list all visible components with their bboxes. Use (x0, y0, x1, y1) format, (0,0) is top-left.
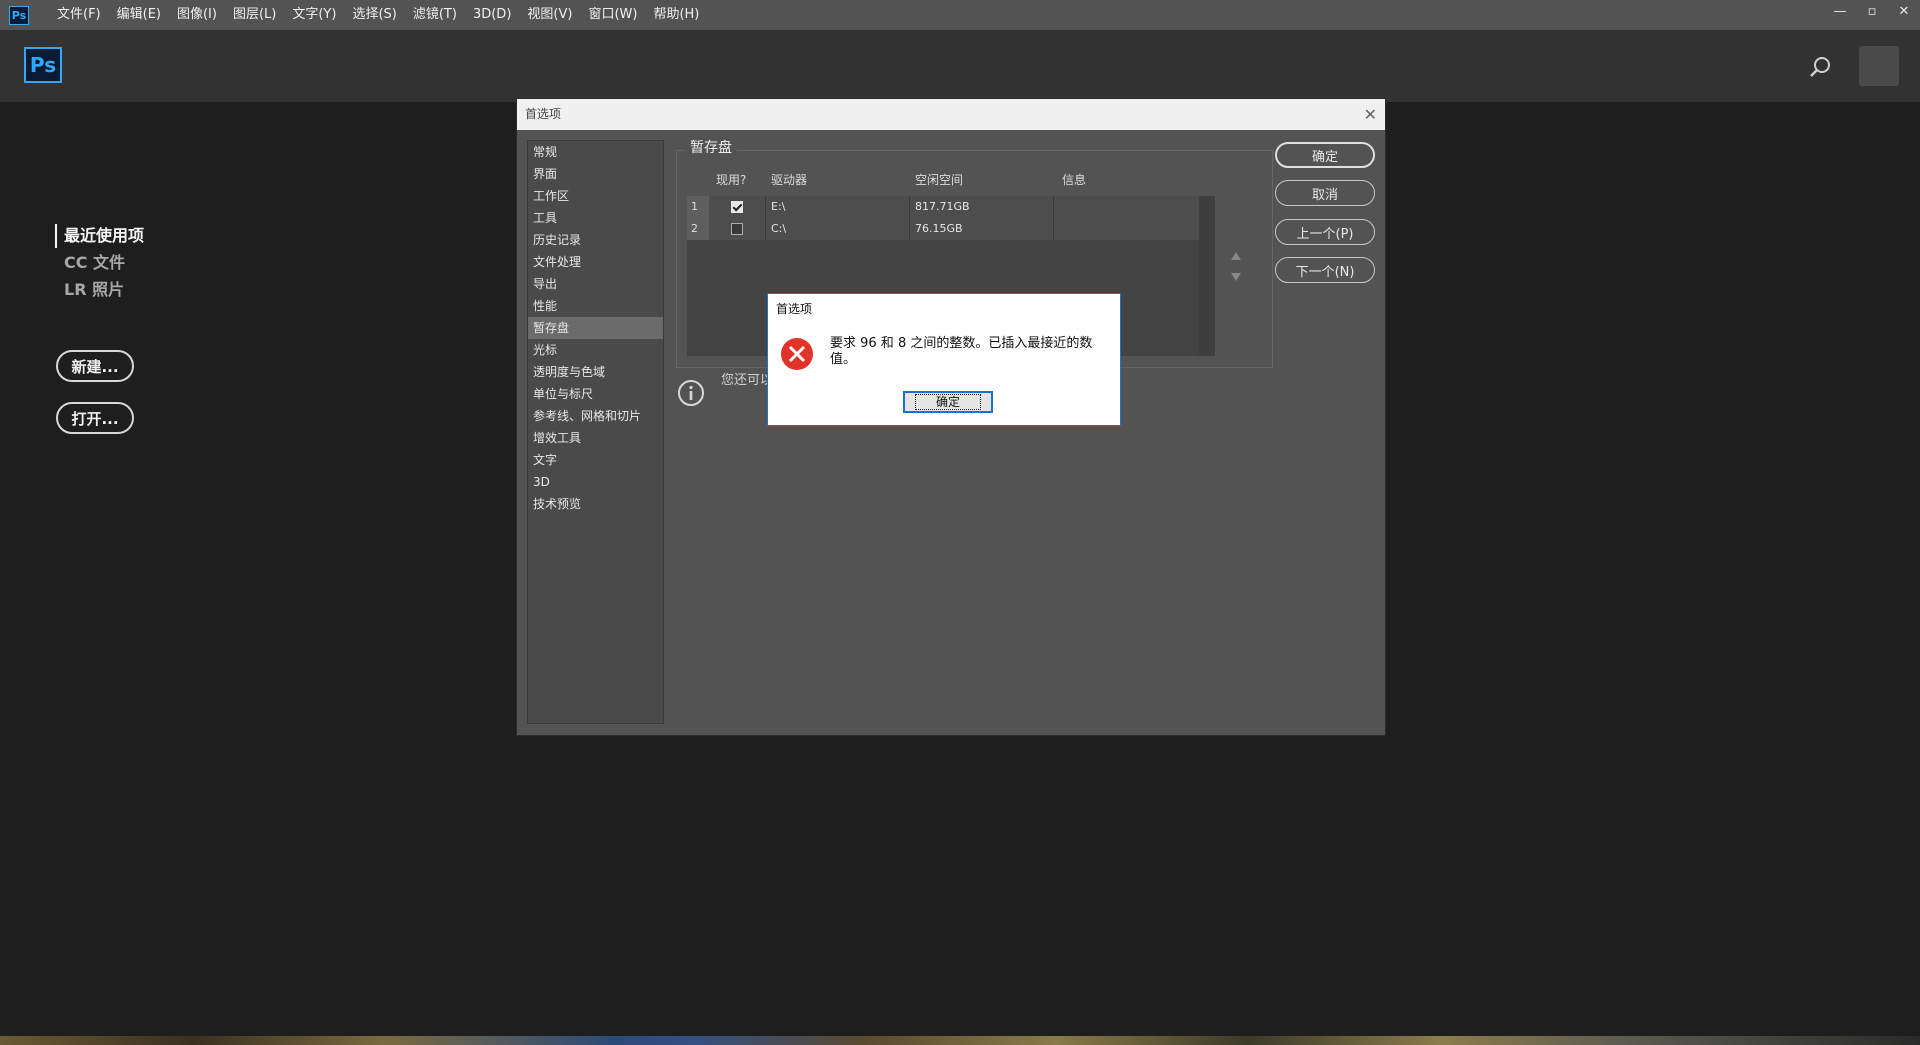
table-scrollbar[interactable] (1199, 196, 1215, 356)
category-list: 常规 界面 工作区 工具 历史记录 文件处理 导出 性能 暂存盘 光标 透明度与… (527, 140, 664, 724)
category-scratch-disks[interactable]: 暂存盘 (528, 317, 663, 339)
column-divider (1053, 218, 1054, 240)
column-drive: 驱动器 (771, 173, 808, 187)
menu-items: 文件(F) 编辑(E) 图像(I) 图层(L) 文字(Y) 选择(S) 滤镜(T… (49, 0, 707, 30)
category-interface[interactable]: 界面 (528, 163, 663, 185)
info-icon (678, 380, 704, 406)
next-button[interactable]: 下一个(N) (1275, 257, 1375, 283)
app-header: Ps (0, 30, 1920, 102)
category-file-handling[interactable]: 文件处理 (528, 251, 663, 273)
column-free-space: 空闲空间 (915, 173, 964, 187)
category-tech-preview[interactable]: 技术预览 (528, 493, 663, 515)
drive-cell: E:\ (771, 200, 786, 213)
alert-title: 首选项 (776, 302, 813, 316)
category-workspace[interactable]: 工作区 (528, 185, 663, 207)
category-units-rulers[interactable]: 单位与标尺 (528, 383, 663, 405)
row-number: 1 (687, 196, 709, 218)
column-divider (909, 218, 910, 240)
close-icon[interactable]: ✕ (1364, 99, 1377, 130)
preferences-title-bar: 首选项 ✕ (517, 99, 1385, 130)
move-up-icon[interactable] (1231, 252, 1241, 260)
active-checkbox[interactable] (731, 223, 743, 235)
menu-help[interactable]: 帮助(H) (645, 0, 707, 30)
close-button[interactable]: ✕ (1888, 0, 1920, 22)
menu-window[interactable]: 窗口(W) (580, 0, 645, 30)
category-transparency[interactable]: 透明度与色域 (528, 361, 663, 383)
ok-button[interactable]: 确定 (1275, 142, 1375, 168)
category-performance[interactable]: 性能 (528, 295, 663, 317)
column-divider (765, 196, 766, 218)
alert-ok-button[interactable]: 确定 (903, 391, 993, 413)
free-space-cell: 76.15GB (915, 222, 963, 235)
prev-button[interactable]: 上一个(P) (1275, 219, 1375, 245)
menu-file[interactable]: 文件(F) (49, 0, 109, 30)
row-number: 2 (687, 218, 709, 240)
category-tools[interactable]: 工具 (528, 207, 663, 229)
alert-ok-label: 确定 (914, 394, 981, 410)
error-icon (781, 338, 813, 370)
menu-view[interactable]: 视图(V) (519, 0, 580, 30)
error-alert-dialog: 首选项 要求 96 和 8 之间的整数。已插入最接近的数值。 确定 (767, 293, 1121, 426)
ps-logo[interactable]: Ps (24, 47, 62, 83)
group-title: 暂存盘 (685, 139, 737, 157)
move-down-icon[interactable] (1231, 273, 1241, 281)
category-general[interactable]: 常规 (528, 141, 663, 163)
menu-edit[interactable]: 编辑(E) (109, 0, 169, 30)
desktop-wallpaper-strip (0, 1036, 1920, 1045)
table-row[interactable]: 1 E:\ 817.71GB (687, 196, 1199, 218)
category-history[interactable]: 历史记录 (528, 229, 663, 251)
category-type[interactable]: 文字 (528, 449, 663, 471)
avatar[interactable] (1859, 46, 1899, 86)
search-icon[interactable] (1808, 55, 1832, 79)
column-active: 现用? (716, 173, 747, 187)
category-cursors[interactable]: 光标 (528, 339, 663, 361)
preferences-title: 首选项 (525, 107, 562, 121)
category-3d[interactable]: 3D (528, 471, 663, 493)
window-controls: — ▫ ✕ (1824, 0, 1920, 22)
column-divider (909, 196, 910, 218)
table-row[interactable]: 2 C:\ 76.15GB (687, 218, 1199, 240)
menu-image[interactable]: 图像(I) (169, 0, 225, 30)
sidebar-item-cc-files[interactable]: CC 文件 (64, 251, 125, 275)
sidebar-item-lr-photos[interactable]: LR 照片 (64, 278, 124, 302)
category-guides-grid[interactable]: 参考线、网格和切片 (528, 405, 663, 427)
menu-layer[interactable]: 图层(L) (225, 0, 284, 30)
column-divider (765, 218, 766, 240)
ps-app-icon[interactable]: Ps (9, 5, 29, 25)
column-info: 信息 (1062, 173, 1087, 187)
cancel-button[interactable]: 取消 (1275, 180, 1375, 206)
open-button[interactable]: 打开... (56, 402, 134, 434)
minimize-button[interactable]: — (1824, 0, 1856, 22)
category-export[interactable]: 导出 (528, 273, 663, 295)
menu-type[interactable]: 文字(Y) (284, 0, 344, 30)
info-text: 您还可以 (721, 373, 774, 388)
active-checkbox[interactable] (731, 201, 743, 213)
free-space-cell: 817.71GB (915, 200, 970, 213)
sidebar-item-recent[interactable]: 最近使用项 (55, 224, 144, 248)
alert-message: 要求 96 和 8 之间的整数。已插入最接近的数值。 (830, 336, 1093, 367)
restore-button[interactable]: ▫ (1856, 0, 1888, 22)
drive-cell: C:\ (771, 222, 787, 235)
column-divider (1053, 196, 1054, 218)
new-button[interactable]: 新建... (56, 350, 134, 382)
menu-filter[interactable]: 滤镜(T) (405, 0, 465, 30)
menu-select[interactable]: 选择(S) (344, 0, 404, 30)
menu-bar: Ps 文件(F) 编辑(E) 图像(I) 图层(L) 文字(Y) 选择(S) 滤… (0, 0, 1920, 30)
menu-3d[interactable]: 3D(D) (465, 0, 519, 30)
category-plugins[interactable]: 增效工具 (528, 427, 663, 449)
